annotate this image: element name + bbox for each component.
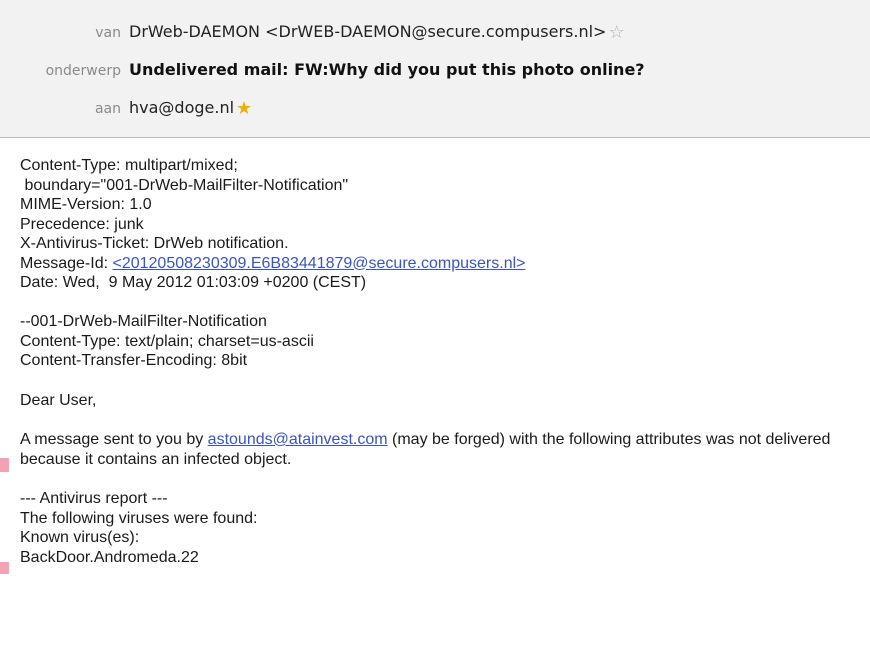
boundary-line: --001-DrWeb-MailFilter-Notification (20, 313, 267, 330)
to-row: aan hva@doge.nl ★ (0, 98, 252, 119)
subject-row: onderwerp Undelivered mail: FW:Why did yo… (0, 60, 645, 81)
body-line: MIME-Version: 1.0 (20, 196, 152, 213)
email-view: van DrWeb-DAEMON <DrWEB-DAEMON@secure.com… (0, 0, 870, 664)
transfer-encoding-line: Content-Transfer-Encoding: 8bit (20, 352, 248, 369)
body-line: Content-Type: multipart/mixed; (20, 157, 238, 174)
notice-paragraph: A message sent to you by astounds@atainv… (20, 430, 865, 469)
body-line: boundary="001-DrWeb-MailFilter-Notificat… (20, 176, 349, 194)
from-label: van (95, 25, 121, 41)
content-type-line: Content-Type: text/plain; charset=us-asc… (20, 332, 314, 350)
subject-text: Undelivered mail: FW:Why did you put thi… (129, 60, 645, 79)
edge-mark (0, 562, 9, 574)
sender-link[interactable]: astounds@atainvest.com (208, 431, 388, 448)
known-virus-line: Known virus(es): (20, 529, 140, 546)
from-row: van DrWeb-DAEMON <DrWEB-DAEMON@secure.com… (0, 22, 624, 43)
message-body: Content-Type: multipart/mixed; boundary=… (20, 156, 865, 567)
body-line: X-Antivirus-Ticket: DrWeb notification. (20, 235, 289, 252)
message-id-link[interactable]: <20120508230309.E6B83441879@secure.compu… (112, 255, 525, 272)
virus-name-line: BackDoor.Andromeda.22 (20, 548, 199, 566)
greeting: Dear User, (20, 391, 97, 409)
body-line: Precedence: junk (20, 215, 144, 233)
star-filled-icon[interactable]: ★ (236, 100, 252, 118)
subject-label: onderwerp (45, 63, 121, 79)
star-outline-icon[interactable]: ☆ (608, 24, 624, 42)
edge-mark (0, 458, 9, 472)
message-id-line: Message-Id: <20120508230309.E6B83441879@… (20, 254, 865, 274)
date-line: Date: Wed, 9 May 2012 01:03:09 +0200 (CE… (20, 274, 367, 291)
viruses-found-line: The following viruses were found: (20, 509, 258, 527)
to-address[interactable]: hva@doge.nl (129, 98, 234, 117)
message-id-label: Message-Id: (20, 254, 113, 272)
to-label: aan (94, 101, 121, 117)
report-header: --- Antivirus report --- (20, 490, 168, 507)
notice-prefix: A message sent to you by (20, 431, 208, 448)
from-address[interactable]: DrWeb-DAEMON <DrWEB-DAEMON@secure.compus… (129, 22, 606, 41)
email-header: van DrWeb-DAEMON <DrWEB-DAEMON@secure.com… (0, 0, 870, 138)
